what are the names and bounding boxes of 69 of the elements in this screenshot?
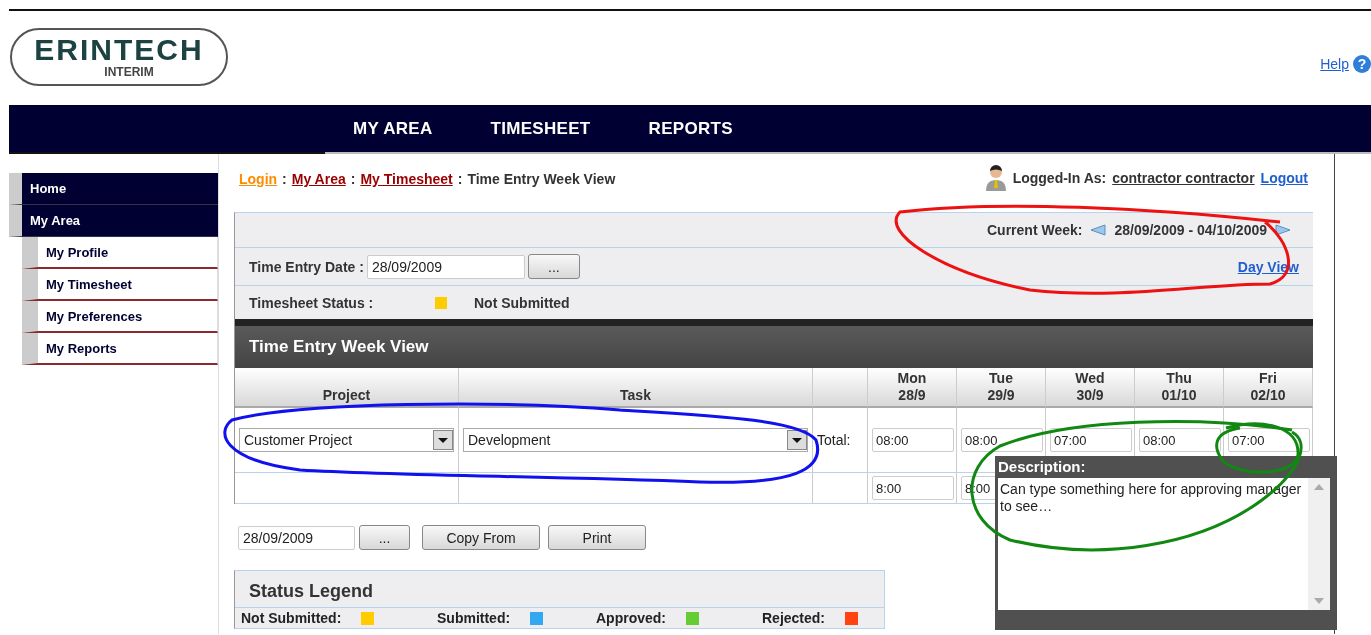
breadcrumb-link[interactable]: My Area (291, 171, 346, 187)
column-header: Project (235, 368, 459, 408)
project-value: Customer Project (244, 432, 353, 448)
scrollbar[interactable] (1308, 478, 1330, 610)
legend-label: Rejected: (762, 610, 826, 626)
current-week-label: Current Week: (987, 222, 1083, 238)
sidebar-item-label: Home (29, 181, 67, 196)
sidebar-item[interactable]: Home (9, 173, 218, 205)
timesheet-status-value: Not Submitted (474, 294, 570, 311)
logged-in-label: Logged-In As: (1012, 170, 1107, 186)
sidebar-subitem[interactable]: My Profile (22, 237, 218, 269)
hours-field[interactable]: 08:00 (961, 428, 1043, 452)
help-link[interactable]: Help (1320, 56, 1349, 72)
sidebar-item-label: My Area (29, 213, 81, 228)
time-entry-date-field[interactable]: 28/09/2009 (366, 254, 525, 279)
nav-item[interactable]: MY AREA (353, 118, 433, 139)
week-view-title: Time Entry Week View (249, 337, 429, 357)
sidebar-subitem-label: My Profile (45, 244, 109, 260)
time-entry-date-label: Time Entry Date : (249, 258, 364, 275)
action-button[interactable]: Copy From (422, 525, 540, 550)
day-column-header: Mon 28/9 (868, 368, 957, 408)
breadcrumb-separator: : (350, 171, 356, 187)
hours-field[interactable]: 08:00 (1139, 428, 1221, 452)
sidebar-subitem-label: My Reports (45, 340, 117, 356)
next-week-icon[interactable] (1275, 224, 1291, 236)
description-title: Description: (998, 457, 1087, 477)
copy-date-field[interactable]: 28/09/2009 (238, 525, 355, 550)
hours-field[interactable]: 07:00 (1050, 428, 1132, 452)
breadcrumb-separator: : (282, 171, 287, 187)
breadcrumb-link[interactable]: My Timesheet (360, 171, 453, 187)
date-picker-button[interactable]: ... (527, 254, 580, 279)
help-icon[interactable]: ? (1353, 55, 1371, 73)
nav-item[interactable]: TIMESHEET (490, 118, 591, 139)
legend-label: Submitted: (437, 610, 511, 626)
user-icon (984, 165, 1007, 191)
logo-subtitle: INTERIM (104, 65, 154, 79)
column-header: Task (459, 368, 813, 408)
project-dropdown[interactable]: Customer Project (239, 428, 454, 452)
sidebar-subitem-label: My Preferences (45, 308, 143, 324)
task-value: Development (468, 432, 551, 448)
timesheet-status-label: Timesheet Status : (249, 294, 375, 311)
breadcrumb-separator: : (457, 171, 463, 187)
legend-label: Approved: (596, 610, 666, 626)
status-legend-title: Status Legend (235, 571, 884, 608)
week-range: 28/09/2009 - 04/10/2009 (1114, 222, 1267, 238)
legend-label: Not Submitted: (241, 610, 342, 626)
task-dropdown[interactable]: Development (463, 428, 808, 452)
total-label: Total: (817, 432, 851, 448)
breadcrumb-current: Time Entry Week View (467, 171, 616, 187)
action-button[interactable]: Print (548, 525, 646, 550)
sidebar-subitem[interactable]: My Timesheet (22, 269, 218, 301)
hours-field[interactable]: 8:00 (872, 476, 954, 500)
logo-wordmark: ERINTECH (34, 35, 204, 65)
sidebar-subitem[interactable]: My Reports (22, 333, 218, 365)
sidebar-subitem-label: My Timesheet (45, 276, 132, 292)
logout-link[interactable]: Logout (1260, 170, 1308, 186)
date-picker-button[interactable]: ... (359, 525, 410, 550)
user-name-link[interactable]: contractor contractor (1112, 170, 1255, 186)
hours-field[interactable]: 08:00 (872, 428, 954, 452)
day-column-header: Fri 02/10 (1224, 368, 1313, 408)
day-column-header: Wed 30/9 (1046, 368, 1135, 408)
nav-item[interactable]: REPORTS (648, 118, 733, 139)
sidebar-subitem[interactable]: My Preferences (22, 301, 218, 333)
previous-week-icon[interactable] (1090, 224, 1107, 236)
scroll-up-icon[interactable] (1314, 484, 1324, 490)
day-column-header: Thu 01/10 (1135, 368, 1224, 408)
scroll-down-icon[interactable] (1314, 598, 1324, 604)
day-column-header: Tue 29/9 (957, 368, 1046, 408)
sidebar-item[interactable]: My Area (9, 205, 218, 237)
